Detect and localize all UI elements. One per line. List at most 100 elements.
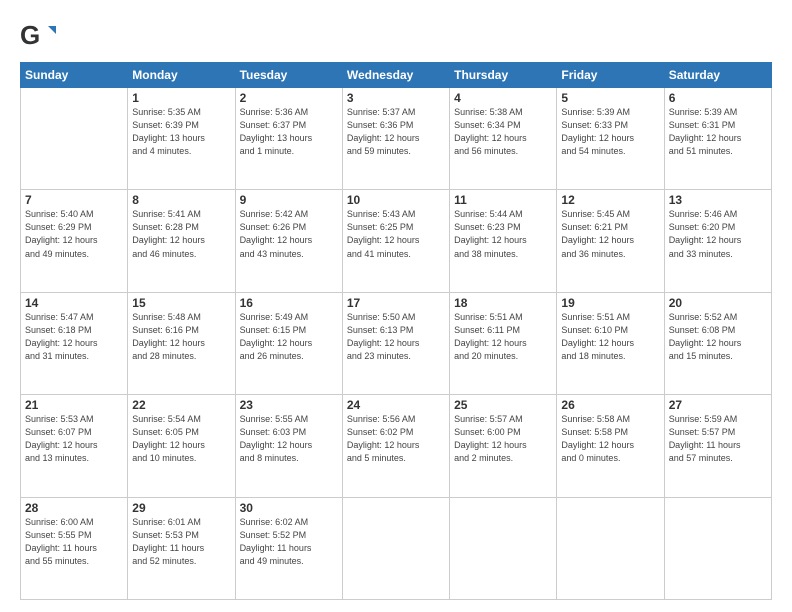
day-info: Sunrise: 5:35 AM Sunset: 6:39 PM Dayligh… — [132, 106, 230, 158]
calendar-cell: 8Sunrise: 5:41 AM Sunset: 6:28 PM Daylig… — [128, 190, 235, 292]
day-info: Sunrise: 5:46 AM Sunset: 6:20 PM Dayligh… — [669, 208, 767, 260]
weekday-header: Friday — [557, 63, 664, 88]
day-info: Sunrise: 5:56 AM Sunset: 6:02 PM Dayligh… — [347, 413, 445, 465]
calendar-cell: 13Sunrise: 5:46 AM Sunset: 6:20 PM Dayli… — [664, 190, 771, 292]
day-info: Sunrise: 5:39 AM Sunset: 6:33 PM Dayligh… — [561, 106, 659, 158]
calendar-cell: 9Sunrise: 5:42 AM Sunset: 6:26 PM Daylig… — [235, 190, 342, 292]
calendar-week-row: 7Sunrise: 5:40 AM Sunset: 6:29 PM Daylig… — [21, 190, 772, 292]
day-number: 19 — [561, 296, 659, 310]
day-info: Sunrise: 5:38 AM Sunset: 6:34 PM Dayligh… — [454, 106, 552, 158]
calendar-cell: 1Sunrise: 5:35 AM Sunset: 6:39 PM Daylig… — [128, 88, 235, 190]
day-info: Sunrise: 5:59 AM Sunset: 5:57 PM Dayligh… — [669, 413, 767, 465]
calendar-cell: 23Sunrise: 5:55 AM Sunset: 6:03 PM Dayli… — [235, 395, 342, 497]
calendar-cell — [450, 497, 557, 599]
calendar-cell — [342, 497, 449, 599]
day-number: 7 — [25, 193, 123, 207]
day-info: Sunrise: 6:02 AM Sunset: 5:52 PM Dayligh… — [240, 516, 338, 568]
calendar-cell: 11Sunrise: 5:44 AM Sunset: 6:23 PM Dayli… — [450, 190, 557, 292]
day-number: 29 — [132, 501, 230, 515]
day-info: Sunrise: 5:41 AM Sunset: 6:28 PM Dayligh… — [132, 208, 230, 260]
day-number: 5 — [561, 91, 659, 105]
day-info: Sunrise: 5:58 AM Sunset: 5:58 PM Dayligh… — [561, 413, 659, 465]
calendar-cell: 7Sunrise: 5:40 AM Sunset: 6:29 PM Daylig… — [21, 190, 128, 292]
calendar-cell: 22Sunrise: 5:54 AM Sunset: 6:05 PM Dayli… — [128, 395, 235, 497]
day-number: 2 — [240, 91, 338, 105]
day-number: 21 — [25, 398, 123, 412]
day-info: Sunrise: 5:47 AM Sunset: 6:18 PM Dayligh… — [25, 311, 123, 363]
day-number: 25 — [454, 398, 552, 412]
day-info: Sunrise: 5:37 AM Sunset: 6:36 PM Dayligh… — [347, 106, 445, 158]
day-number: 12 — [561, 193, 659, 207]
calendar-cell: 17Sunrise: 5:50 AM Sunset: 6:13 PM Dayli… — [342, 292, 449, 394]
calendar-week-row: 1Sunrise: 5:35 AM Sunset: 6:39 PM Daylig… — [21, 88, 772, 190]
day-number: 26 — [561, 398, 659, 412]
day-info: Sunrise: 5:55 AM Sunset: 6:03 PM Dayligh… — [240, 413, 338, 465]
calendar-cell: 24Sunrise: 5:56 AM Sunset: 6:02 PM Dayli… — [342, 395, 449, 497]
calendar-cell: 16Sunrise: 5:49 AM Sunset: 6:15 PM Dayli… — [235, 292, 342, 394]
day-info: Sunrise: 5:40 AM Sunset: 6:29 PM Dayligh… — [25, 208, 123, 260]
calendar-cell: 28Sunrise: 6:00 AM Sunset: 5:55 PM Dayli… — [21, 497, 128, 599]
day-number: 17 — [347, 296, 445, 310]
calendar-table: SundayMondayTuesdayWednesdayThursdayFrid… — [20, 62, 772, 600]
day-info: Sunrise: 5:36 AM Sunset: 6:37 PM Dayligh… — [240, 106, 338, 158]
calendar-week-row: 14Sunrise: 5:47 AM Sunset: 6:18 PM Dayli… — [21, 292, 772, 394]
day-info: Sunrise: 5:52 AM Sunset: 6:08 PM Dayligh… — [669, 311, 767, 363]
calendar-week-row: 21Sunrise: 5:53 AM Sunset: 6:07 PM Dayli… — [21, 395, 772, 497]
calendar-cell: 10Sunrise: 5:43 AM Sunset: 6:25 PM Dayli… — [342, 190, 449, 292]
calendar-cell: 19Sunrise: 5:51 AM Sunset: 6:10 PM Dayli… — [557, 292, 664, 394]
calendar-cell: 21Sunrise: 5:53 AM Sunset: 6:07 PM Dayli… — [21, 395, 128, 497]
day-info: Sunrise: 5:48 AM Sunset: 6:16 PM Dayligh… — [132, 311, 230, 363]
calendar-week-row: 28Sunrise: 6:00 AM Sunset: 5:55 PM Dayli… — [21, 497, 772, 599]
day-number: 20 — [669, 296, 767, 310]
day-number: 23 — [240, 398, 338, 412]
calendar-cell: 15Sunrise: 5:48 AM Sunset: 6:16 PM Dayli… — [128, 292, 235, 394]
day-info: Sunrise: 5:53 AM Sunset: 6:07 PM Dayligh… — [25, 413, 123, 465]
day-number: 28 — [25, 501, 123, 515]
calendar-cell: 26Sunrise: 5:58 AM Sunset: 5:58 PM Dayli… — [557, 395, 664, 497]
day-number: 10 — [347, 193, 445, 207]
weekday-header: Tuesday — [235, 63, 342, 88]
weekday-header: Saturday — [664, 63, 771, 88]
header: G — [20, 18, 772, 54]
day-number: 4 — [454, 91, 552, 105]
calendar-cell: 27Sunrise: 5:59 AM Sunset: 5:57 PM Dayli… — [664, 395, 771, 497]
day-number: 24 — [347, 398, 445, 412]
weekday-header: Monday — [128, 63, 235, 88]
day-number: 30 — [240, 501, 338, 515]
weekday-header: Sunday — [21, 63, 128, 88]
day-number: 18 — [454, 296, 552, 310]
calendar-cell: 29Sunrise: 6:01 AM Sunset: 5:53 PM Dayli… — [128, 497, 235, 599]
logo-icon: G — [20, 18, 56, 54]
day-number: 8 — [132, 193, 230, 207]
calendar-cell — [557, 497, 664, 599]
weekday-header: Thursday — [450, 63, 557, 88]
day-number: 9 — [240, 193, 338, 207]
day-number: 22 — [132, 398, 230, 412]
day-info: Sunrise: 5:57 AM Sunset: 6:00 PM Dayligh… — [454, 413, 552, 465]
day-number: 6 — [669, 91, 767, 105]
calendar-cell: 4Sunrise: 5:38 AM Sunset: 6:34 PM Daylig… — [450, 88, 557, 190]
calendar-cell: 6Sunrise: 5:39 AM Sunset: 6:31 PM Daylig… — [664, 88, 771, 190]
calendar-cell: 20Sunrise: 5:52 AM Sunset: 6:08 PM Dayli… — [664, 292, 771, 394]
calendar-cell: 2Sunrise: 5:36 AM Sunset: 6:37 PM Daylig… — [235, 88, 342, 190]
calendar-cell: 5Sunrise: 5:39 AM Sunset: 6:33 PM Daylig… — [557, 88, 664, 190]
day-number: 11 — [454, 193, 552, 207]
day-info: Sunrise: 5:51 AM Sunset: 6:10 PM Dayligh… — [561, 311, 659, 363]
day-info: Sunrise: 5:45 AM Sunset: 6:21 PM Dayligh… — [561, 208, 659, 260]
day-info: Sunrise: 5:44 AM Sunset: 6:23 PM Dayligh… — [454, 208, 552, 260]
calendar-cell: 25Sunrise: 5:57 AM Sunset: 6:00 PM Dayli… — [450, 395, 557, 497]
calendar-cell: 3Sunrise: 5:37 AM Sunset: 6:36 PM Daylig… — [342, 88, 449, 190]
calendar-cell — [21, 88, 128, 190]
day-info: Sunrise: 5:43 AM Sunset: 6:25 PM Dayligh… — [347, 208, 445, 260]
logo: G — [20, 18, 60, 54]
day-info: Sunrise: 5:39 AM Sunset: 6:31 PM Dayligh… — [669, 106, 767, 158]
day-info: Sunrise: 6:01 AM Sunset: 5:53 PM Dayligh… — [132, 516, 230, 568]
day-number: 1 — [132, 91, 230, 105]
weekday-header: Wednesday — [342, 63, 449, 88]
calendar-cell: 14Sunrise: 5:47 AM Sunset: 6:18 PM Dayli… — [21, 292, 128, 394]
day-number: 27 — [669, 398, 767, 412]
calendar-cell: 12Sunrise: 5:45 AM Sunset: 6:21 PM Dayli… — [557, 190, 664, 292]
calendar-cell — [664, 497, 771, 599]
day-number: 16 — [240, 296, 338, 310]
day-info: Sunrise: 5:54 AM Sunset: 6:05 PM Dayligh… — [132, 413, 230, 465]
